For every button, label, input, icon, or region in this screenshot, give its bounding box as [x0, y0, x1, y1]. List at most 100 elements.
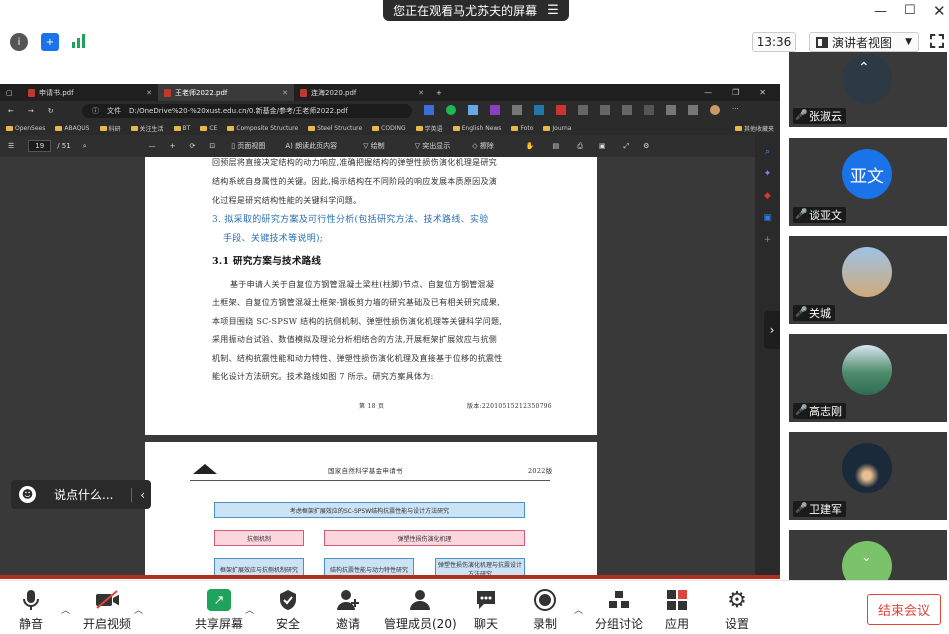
bookmark-other[interactable]: 其他收藏夹 — [734, 124, 780, 133]
info-icon[interactable]: i — [10, 33, 28, 51]
scroll-up-icon[interactable]: ⌃ — [858, 60, 870, 76]
chat-button[interactable]: 聊天 — [474, 589, 498, 632]
participant-card[interactable]: 🎤 高志刚 — [789, 334, 947, 422]
settings-icon[interactable]: ⚙ — [643, 142, 649, 150]
chat-input-bubble[interactable]: ☻ 说点什么... ‹ — [11, 480, 151, 509]
favorites-icon[interactable] — [666, 105, 676, 115]
outlook-icon[interactable]: ▣ — [755, 213, 780, 223]
close-tab-icon[interactable]: ✕ — [146, 89, 152, 97]
back-icon[interactable]: ← — [8, 107, 14, 115]
more-icon[interactable]: ··· — [732, 105, 739, 115]
sparkle-icon[interactable]: ✦ — [755, 169, 780, 179]
close-icon[interactable]: ✕ — [933, 2, 946, 20]
record-button[interactable]: 录制 — [533, 589, 557, 632]
manage-participants-button[interactable]: 管理成员(20) — [384, 589, 457, 632]
bookmark-item[interactable]: OpenSees — [6, 125, 45, 132]
hand-icon[interactable]: ✋ — [526, 142, 535, 150]
extension-icon[interactable] — [556, 105, 566, 115]
add-icon[interactable]: + — [755, 235, 780, 245]
shield-icon[interactable]: + — [41, 33, 59, 51]
collapse-panel-button[interactable]: › — [764, 311, 780, 349]
bookmark-item[interactable]: Foto — [511, 125, 533, 132]
close-icon[interactable]: ✕ — [759, 88, 766, 97]
settings-button[interactable]: ⚙ 设置 — [725, 588, 749, 632]
participant-card[interactable]: ⌄ — [789, 530, 947, 580]
rotate-icon[interactable]: ⟳ — [190, 142, 196, 150]
browser-tab[interactable]: 连海2020.pdf ✕ — [294, 84, 430, 101]
minimize-icon[interactable]: — — [704, 88, 712, 97]
bookmark-item[interactable]: 学英语 — [415, 124, 443, 133]
pdf-viewer[interactable]: 回预层将直接决定结构的动力响应,准确把握结构的弹塑性损伤演化机理是研究 结构系统… — [0, 157, 755, 579]
close-tab-icon[interactable]: ✕ — [282, 89, 288, 97]
banner-menu-icon[interactable]: ☰ — [547, 3, 559, 18]
extension-icon[interactable] — [446, 105, 456, 115]
bookmark-item[interactable]: CODING — [372, 125, 406, 132]
minimize-icon[interactable]: — — [874, 4, 887, 19]
save-as-icon[interactable]: ▣ — [599, 142, 606, 150]
search-icon[interactable]: ⌕ — [755, 147, 780, 157]
restore-icon[interactable]: ❐ — [732, 88, 739, 97]
security-button[interactable]: 安全 — [276, 589, 300, 632]
bookmark-item[interactable]: Steel Structure — [308, 125, 362, 132]
extension-icon[interactable] — [644, 105, 654, 115]
extension-icon[interactable] — [424, 105, 434, 115]
view-mode-button[interactable]: 演讲者视图 ▼ — [809, 32, 919, 52]
bookmark-item[interactable]: 关注生活 — [130, 124, 164, 133]
extension-icon[interactable] — [622, 105, 632, 115]
tab-actions-icon[interactable]: ▢ — [0, 84, 22, 101]
highlight-button[interactable]: ▽ 突出显示 — [415, 141, 451, 151]
extension-icon[interactable] — [534, 105, 544, 115]
emoji-icon[interactable]: ☻ — [19, 486, 36, 503]
bookmark-item[interactable]: English News — [452, 125, 501, 132]
participant-card[interactable]: 🎤 关城 — [789, 236, 947, 324]
start-video-button[interactable]: 开启视频 — [83, 589, 131, 632]
erase-button[interactable]: ◇ 擦除 — [472, 141, 494, 151]
extension-icon[interactable] — [578, 105, 588, 115]
participant-card[interactable]: 🎤 卫建军 — [789, 432, 947, 520]
participant-card[interactable]: 亚文 🎤 谈亚文 — [789, 138, 947, 226]
bookmark-item[interactable]: ABAQUS — [55, 125, 90, 132]
extension-icon[interactable] — [490, 105, 500, 115]
fit-icon[interactable]: ⊡ — [209, 142, 215, 150]
chevron-up-icon[interactable]: ︿ — [61, 603, 70, 616]
fullscreen-icon[interactable] — [930, 34, 944, 48]
invite-button[interactable]: 邀请 — [336, 589, 360, 632]
mute-button[interactable]: 静音 — [19, 589, 43, 632]
page-number-input[interactable]: 19 — [28, 140, 52, 152]
zoom-out-icon[interactable]: — — [149, 142, 156, 150]
chevron-up-icon[interactable]: ︿ — [245, 603, 254, 616]
close-tab-icon[interactable]: ✕ — [418, 89, 424, 97]
extension-icon[interactable] — [512, 105, 522, 115]
profile-icon[interactable] — [710, 105, 720, 115]
browser-tab-active[interactable]: 王老师2022.pdf ✕ — [158, 84, 294, 101]
contents-icon[interactable]: ☰ — [8, 142, 14, 150]
forward-icon[interactable]: → — [28, 107, 34, 115]
extension-icon[interactable] — [600, 105, 610, 115]
search-icon[interactable]: ⌕ — [83, 142, 87, 151]
scroll-down-icon[interactable]: ⌄ — [861, 550, 872, 565]
extension-icon[interactable] — [468, 105, 478, 115]
chevron-left-icon[interactable]: ‹ — [131, 487, 151, 502]
chevron-up-icon[interactable]: ︿ — [134, 603, 143, 616]
bookmark-item[interactable]: 科研 — [99, 124, 121, 133]
end-meeting-button[interactable]: 结束会议 — [867, 594, 941, 625]
print-icon[interactable]: ⎙ — [577, 142, 583, 151]
maximize-icon[interactable]: ☐ — [904, 3, 916, 18]
tools-icon[interactable]: ◆ — [755, 191, 780, 201]
share-screen-button[interactable]: ↗ 共享屏幕 — [195, 589, 243, 632]
refresh-icon[interactable]: ↻ — [48, 107, 54, 115]
save-icon[interactable]: ▤ — [553, 142, 560, 150]
participant-card[interactable]: ⌃ 🎤 张淑云 — [789, 52, 947, 127]
breakout-rooms-button[interactable]: 分组讨论 — [595, 589, 643, 632]
apps-button[interactable]: 应用 — [665, 589, 689, 632]
bookmark-item[interactable]: BT — [173, 125, 190, 132]
zoom-in-icon[interactable]: + — [170, 142, 176, 150]
bookmark-item[interactable]: CE — [200, 125, 217, 132]
new-tab-icon[interactable]: + — [430, 84, 450, 101]
url-field[interactable]: ⓘ 文件 D:/OneDrive%20-%20xust.edu.cn/0.新基金… — [82, 104, 412, 118]
read-aloud-button[interactable]: A) 朗读此页内容 — [285, 141, 337, 151]
draw-button[interactable]: ▽ 绘制 — [363, 141, 385, 151]
page-view-button[interactable]: ▯ 页面视图 — [231, 141, 265, 151]
bookmark-item[interactable]: Composite Structure — [227, 125, 298, 132]
browser-tab[interactable]: 申请书.pdf ✕ — [22, 84, 158, 101]
